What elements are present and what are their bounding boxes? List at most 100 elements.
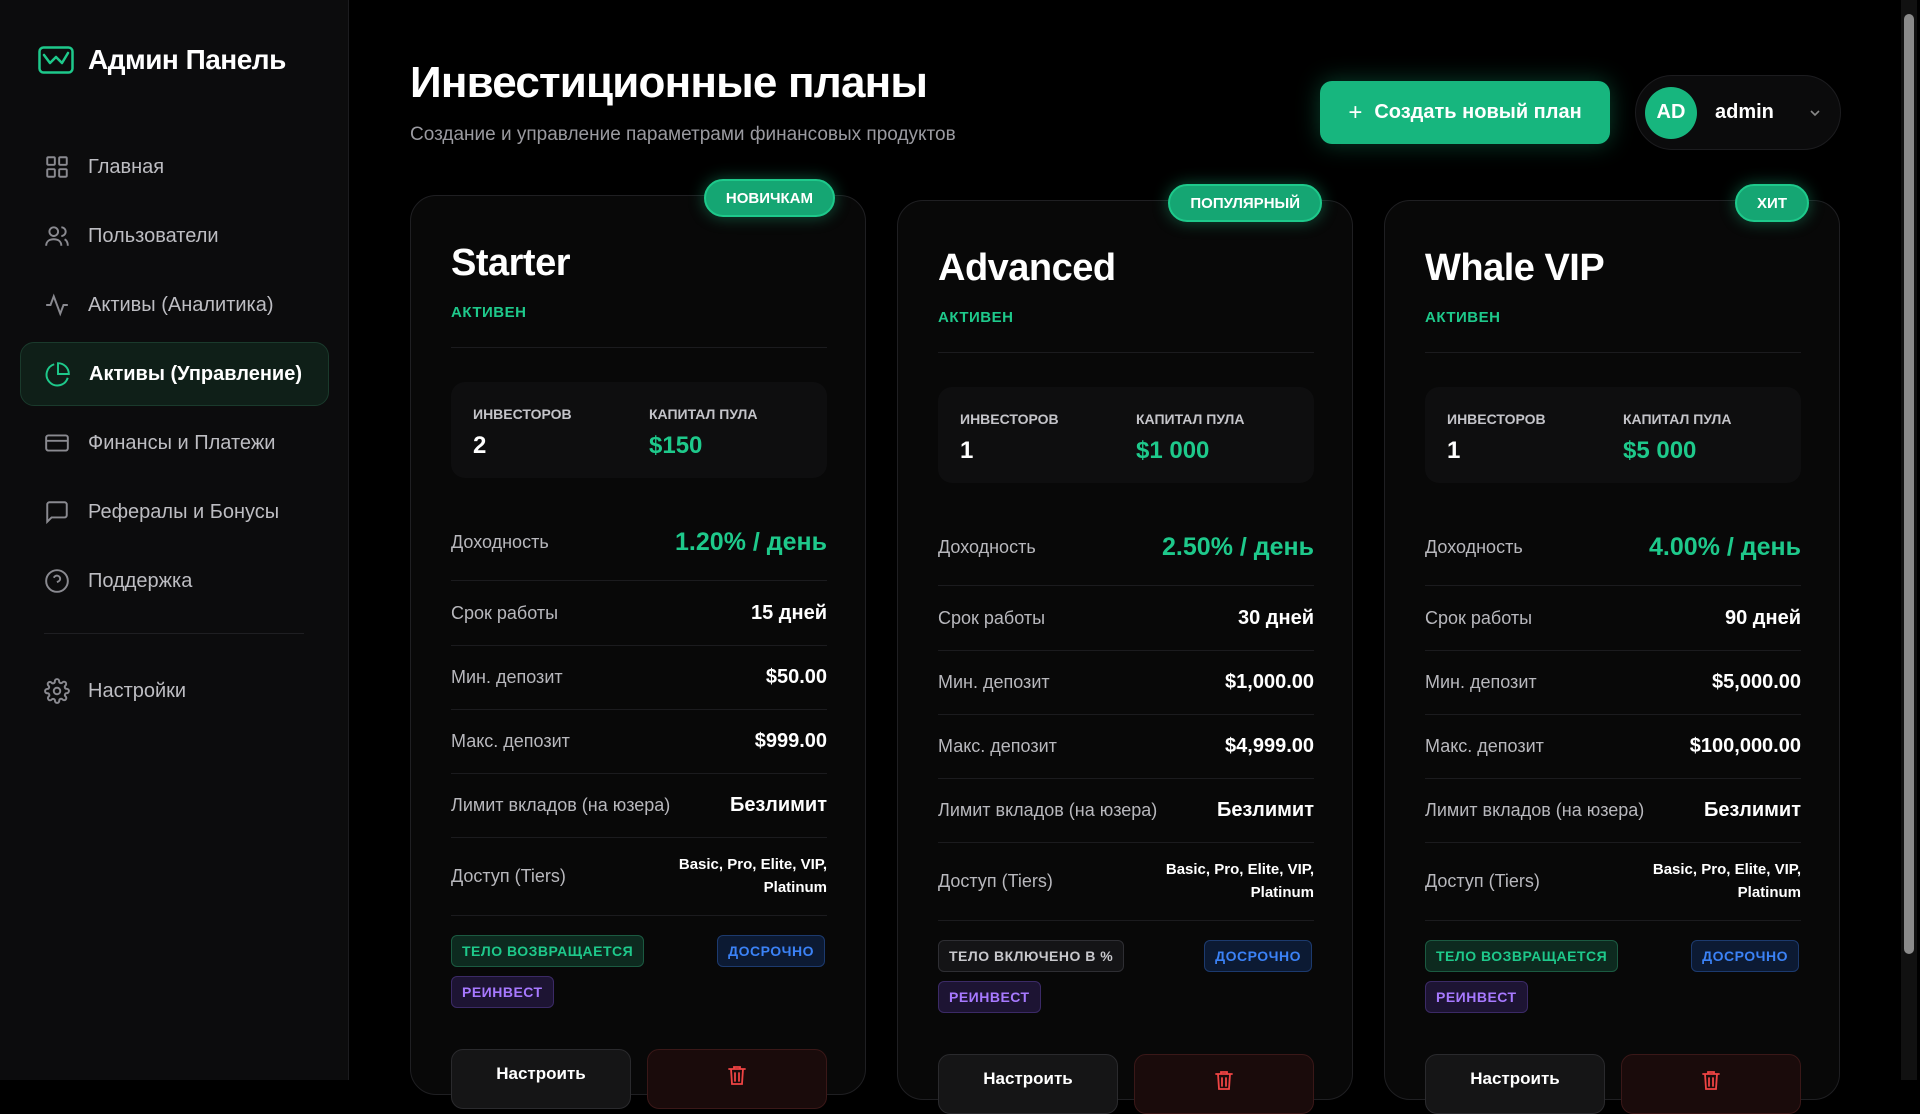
plan-name: Whale VIP: [1425, 247, 1605, 289]
yield-label: Доходность: [451, 531, 549, 552]
pool-label: КАПИТАЛ ПУЛА: [649, 406, 758, 422]
min-deposit-row: Мин. депозит $5,000.00: [1425, 664, 1801, 700]
delete-button[interactable]: [647, 1049, 827, 1109]
yield-label: Доходность: [1425, 536, 1523, 557]
min-deposit-row: Мин. депозит $50.00: [451, 659, 827, 695]
divider: [451, 837, 827, 838]
investors-label: ИНВЕСТОРОВ: [1447, 411, 1546, 427]
sidebar-item-finance[interactable]: Финансы и Платежи: [20, 411, 329, 475]
max-deposit-value: $100,000.00: [1689, 734, 1801, 757]
yield-row: Доходность 1.20% / день: [451, 522, 827, 562]
max-deposit-row: Макс. депозит $4,999.00: [938, 728, 1314, 764]
user-name: admin: [1715, 101, 1774, 123]
trash-icon: [1215, 1071, 1233, 1090]
scrollbar-thumb[interactable]: [1904, 14, 1914, 954]
sidebar-item-assets-analytics[interactable]: Активы (Аналитика): [20, 273, 329, 337]
access-row: Доступ (Tiers) Basic, Pro, Elite, VIP, Pla…: [451, 848, 827, 904]
divider: [1425, 585, 1801, 586]
divider: [1425, 778, 1801, 779]
app-title: Админ Панель: [88, 44, 286, 75]
max-deposit-value: $999.00: [754, 729, 827, 752]
sidebar-item-label: Рефералы и Бонусы: [88, 500, 280, 523]
sidebar-item-referrals[interactable]: Рефералы и Бонусы: [20, 480, 329, 544]
term-label: Срок работы: [938, 607, 1046, 628]
sidebar: Админ Панель Главная Пользователи Активы…: [0, 0, 349, 1080]
delete-button[interactable]: [1134, 1054, 1314, 1114]
create-plan-button[interactable]: + Создать новый план: [1320, 81, 1610, 144]
divider: [938, 650, 1314, 651]
configure-button[interactable]: Настроить: [938, 1054, 1118, 1114]
grid-icon: [46, 156, 68, 178]
plan-card: ПОПУЛЯРНЫЙ Advanced АКТИВЕН ИНВЕСТОРОВ 1…: [897, 184, 1353, 1114]
divider: [938, 714, 1314, 715]
divider: [1425, 842, 1801, 843]
tag-early-withdrawal: ДОСРОЧНО: [1204, 940, 1312, 972]
plan-stats: ИНВЕСТОРОВ 1 КАПИТАЛ ПУЛА $5 000: [1425, 387, 1801, 483]
limit-value: Безлимит: [1216, 798, 1314, 821]
scrollbar[interactable]: [1901, 0, 1917, 1080]
main-content: Инвестиционные планы Создание и управлен…: [349, 0, 1917, 1114]
divider: [451, 580, 827, 581]
access-value-line: Basic, Pro, Elite, VIP,: [1652, 861, 1801, 878]
divider: [451, 709, 827, 710]
min-deposit-label: Мин. депозит: [1425, 671, 1537, 692]
page-subtitle: Создание и управление параметрами финанс…: [410, 124, 956, 145]
sidebar-item-users[interactable]: Пользователи: [20, 204, 329, 268]
plan-badge: НОВИЧКАМ: [703, 179, 835, 217]
plan-badge: ХИТ: [1735, 184, 1809, 222]
max-deposit-label: Макс. депозит: [1425, 735, 1544, 756]
access-label: Доступ (Tiers): [938, 870, 1053, 891]
limit-row: Лимит вкладов (на юзера) Безлимит: [451, 787, 827, 823]
sidebar-item-settings[interactable]: Настройки: [20, 659, 329, 723]
sidebar-item-label: Финансы и Платежи: [88, 431, 276, 454]
tag-principal-returned: ТЕЛО ВОЗВРАЩАЕТСЯ: [451, 935, 645, 967]
limit-label: Лимит вкладов (на юзера): [451, 794, 671, 815]
divider: [451, 347, 827, 348]
sidebar-item-home[interactable]: Главная: [20, 135, 329, 199]
divider: [938, 920, 1314, 921]
yield-row: Доходность 2.50% / день: [938, 527, 1314, 567]
min-deposit-label: Мин. депозит: [451, 666, 563, 687]
term-label: Срок работы: [451, 602, 559, 623]
limit-label: Лимит вкладов (на юзера): [1425, 799, 1645, 820]
access-value: Basic, Pro, Elite, VIP, Platinum: [1653, 858, 1801, 904]
tag-principal-included: ТЕЛО ВКЛЮЧЕНО В %: [938, 940, 1125, 972]
sidebar-divider: [44, 633, 304, 634]
sidebar-item-label: Активы (Аналитика): [88, 293, 274, 316]
access-value-line: Basic, Pro, Elite, VIP,: [1165, 861, 1314, 878]
min-deposit-value: $50.00: [765, 665, 827, 688]
yield-value: 4.00% / день: [1649, 532, 1801, 561]
trash-icon: [1702, 1071, 1720, 1090]
divider: [451, 645, 827, 646]
tag-reinvest: РЕИНВЕСТ: [1425, 981, 1528, 1013]
limit-row: Лимит вкладов (на юзера) Безлимит: [938, 792, 1314, 828]
gear-icon: [44, 678, 70, 704]
configure-button[interactable]: Настроить: [1425, 1054, 1605, 1114]
plan-badge: ПОПУЛЯРНЫЙ: [1168, 184, 1322, 222]
max-deposit-value: $4,999.00: [1225, 734, 1314, 757]
plan-card: НОВИЧКАМ Starter АКТИВЕН ИНВЕСТОРОВ 2 КА…: [410, 179, 866, 1109]
investors-value: 1: [960, 437, 974, 464]
tag-reinvest: РЕИНВЕСТ: [451, 976, 554, 1008]
sidebar-item-assets-management[interactable]: Активы (Управление): [20, 342, 329, 406]
user-menu[interactable]: AD admin: [1635, 75, 1841, 150]
plan-status: АКТИВЕН: [1425, 309, 1501, 326]
message-icon: [46, 501, 68, 525]
min-deposit-row: Мин. депозит $1,000.00: [938, 664, 1314, 700]
brand[interactable]: Админ Панель: [38, 44, 286, 76]
access-value-line: Basic, Pro, Elite, VIP,: [678, 856, 827, 873]
min-deposit-value: $1,000.00: [1225, 670, 1314, 693]
sidebar-item-support[interactable]: Поддержка: [20, 549, 329, 613]
sidebar-nav: Главная Пользователи Активы (Аналитика) …: [20, 135, 329, 618]
credit-card-icon: [45, 434, 69, 452]
yield-value: 2.50% / день: [1162, 532, 1314, 561]
divider: [1425, 714, 1801, 715]
pool-value: $5 000: [1623, 437, 1697, 464]
term-row: Срок работы 90 дней: [1425, 600, 1801, 636]
sidebar-item-label: Пользователи: [88, 224, 219, 247]
access-value: Basic, Pro, Elite, VIP, Platinum: [1166, 858, 1314, 904]
pool-label: КАПИТАЛ ПУЛА: [1136, 411, 1245, 427]
delete-button[interactable]: [1621, 1054, 1801, 1114]
term-row: Срок работы 30 дней: [938, 600, 1314, 636]
configure-button[interactable]: Настроить: [451, 1049, 631, 1109]
